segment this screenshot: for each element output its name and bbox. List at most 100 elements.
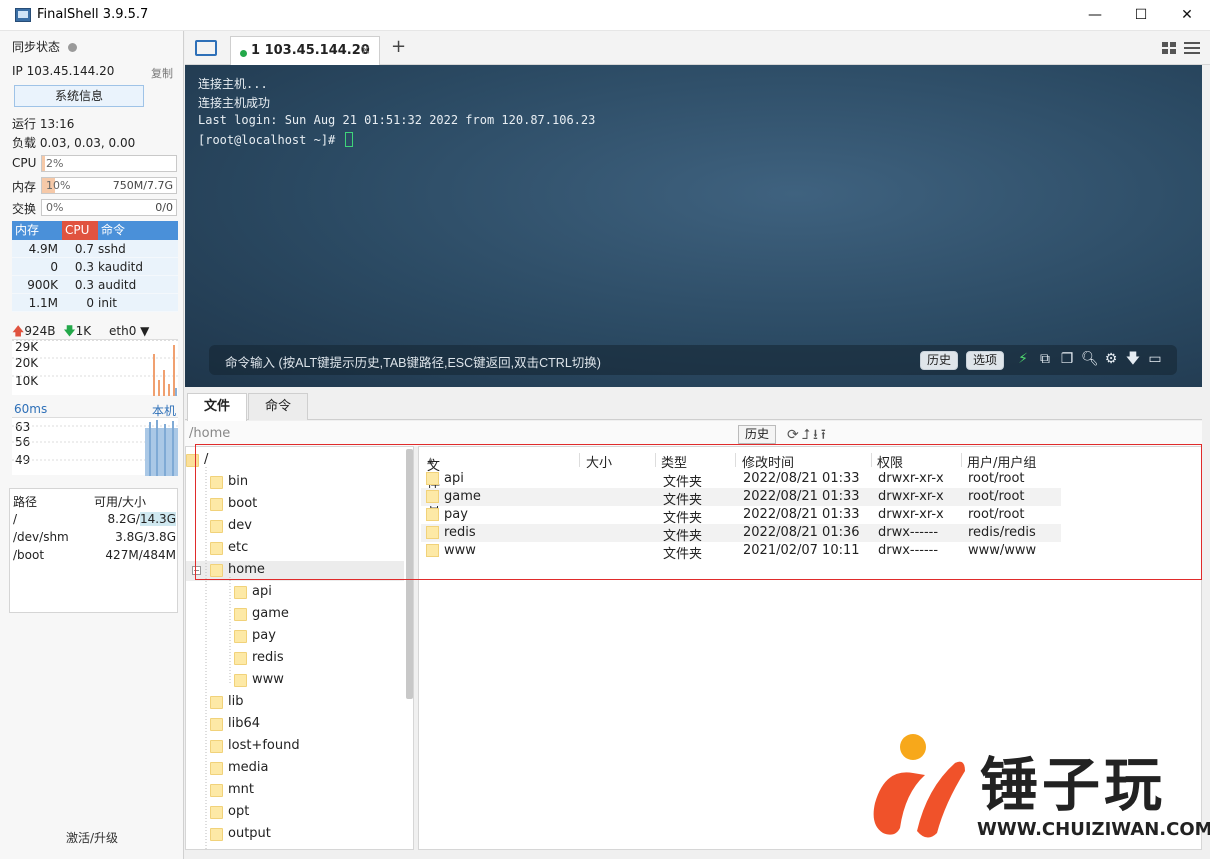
minimize-button[interactable]: —: [1072, 0, 1118, 31]
cpu-meter: 2%: [41, 155, 177, 172]
tree-item-home[interactable]: − home: [186, 561, 404, 581]
proc-header-mem[interactable]: 内存: [12, 221, 62, 240]
tree-item-opt[interactable]: opt: [210, 803, 404, 823]
tree-item-bin[interactable]: bin: [210, 473, 413, 493]
window-icon[interactable]: ▭: [1147, 351, 1163, 367]
tree-item-lost-found[interactable]: lost+found: [210, 737, 404, 757]
layout-toggle[interactable]: [1162, 41, 1200, 58]
table-row[interactable]: game 文件夹 2022/08/21 01:33 drwxr-xr-x root/ro…: [421, 488, 1061, 508]
path-bar: /home 历史 ⟳⮥⭳⭱: [185, 421, 1202, 446]
col-name[interactable]: 文件名 ▲: [427, 452, 440, 512]
table-row[interactable]: /boot 427M/484M: [13, 547, 176, 564]
ip-label: IP 103.45.144.20: [12, 64, 115, 78]
options-button[interactable]: 选项: [966, 351, 1005, 370]
latency-graph: [12, 420, 178, 476]
proc-header-cpu[interactable]: CPU: [62, 221, 98, 240]
table-row[interactable]: api 文件夹 2022/08/21 01:33 drwxr-xr-x root/roo…: [421, 470, 1061, 490]
mem-value: 10%: [46, 179, 71, 192]
proc-header-cmd[interactable]: 命令: [98, 221, 178, 240]
upload-icon: 🡅: [12, 324, 25, 338]
tree-item-dev[interactable]: dev: [210, 517, 413, 537]
tab-session-1[interactable]: 1 103.45.144.20 ×: [230, 36, 380, 66]
table-row[interactable]: 4.9M 0.7 sshd: [12, 240, 178, 258]
terminal-line: Last login: Sun Aug 21 01:51:32 2022 fro…: [198, 113, 596, 127]
table-row[interactable]: 900K 0.3 auditd: [12, 276, 178, 294]
table-row[interactable]: 0 0.3 kauditd: [12, 258, 178, 276]
watermark-url: WWW.CHUIZIWAN.COM: [977, 819, 1210, 840]
paste-icon[interactable]: ❐: [1059, 351, 1075, 367]
activate-link[interactable]: 激活/升级: [0, 829, 184, 846]
col-perm[interactable]: 权限: [877, 452, 903, 471]
tree-item-mnt[interactable]: mnt: [210, 781, 404, 801]
tree-item-root[interactable]: /: [186, 451, 413, 471]
lightning-icon[interactable]: ⚡: [1015, 351, 1031, 367]
terminal[interactable]: 连接主机... 连接主机成功 Last login: Sun Aug 21 01…: [185, 65, 1202, 387]
path-history-button[interactable]: 历史: [738, 425, 777, 444]
copy-ip-link[interactable]: 复制: [151, 65, 173, 81]
copy-icon[interactable]: ⧉: [1037, 351, 1053, 367]
col-mtime[interactable]: 修改时间: [742, 452, 794, 471]
tree-item-etc[interactable]: etc: [210, 539, 413, 559]
tab-files[interactable]: 文件: [187, 393, 247, 421]
sync-label: 同步状态: [12, 40, 61, 54]
search-icon[interactable]: 🔍︎: [1081, 351, 1099, 367]
gear-icon[interactable]: ⚙: [1103, 351, 1119, 367]
collapse-icon[interactable]: −: [192, 566, 201, 575]
swap-detail: 0/0: [155, 201, 173, 214]
mem-label: 内存: [12, 180, 37, 194]
close-tab-icon[interactable]: ×: [360, 43, 371, 58]
tree-item-lib64[interactable]: lib64: [210, 715, 404, 735]
refresh-icon[interactable]: ⟳: [787, 427, 802, 443]
load-average: 负载 0.03, 0.03, 0.00: [12, 136, 136, 150]
table-row[interactable]: pay 文件夹 2022/08/21 01:33 drwxr-xr-x root/roo…: [421, 506, 1061, 526]
table-row[interactable]: /dev/shm 3.8G/3.8G: [13, 529, 176, 546]
tree-item-pay[interactable]: pay: [234, 627, 404, 647]
tree-item-media[interactable]: media: [210, 759, 404, 779]
network-chart: 29K 20K 10K: [12, 339, 178, 396]
system-info-button[interactable]: 系统信息: [14, 85, 144, 107]
maximize-button[interactable]: ☐: [1118, 0, 1164, 31]
net-interface[interactable]: eth0: [109, 324, 136, 338]
tree-item-www[interactable]: www: [234, 671, 404, 691]
close-button[interactable]: ✕: [1164, 0, 1210, 31]
upload-icon[interactable]: ⭱: [821, 427, 829, 443]
swap-meter: 0% 0/0: [41, 199, 177, 216]
directory-tree[interactable]: / bin boot dev etc − home api game pay r…: [185, 446, 414, 850]
sync-status: 同步状态: [12, 38, 78, 55]
tree-item-lib[interactable]: lib: [210, 693, 404, 713]
add-tab-button[interactable]: +: [391, 36, 406, 57]
table-row[interactable]: 1.1M 0 init: [12, 294, 178, 312]
tab-commands[interactable]: 命令: [248, 393, 308, 420]
mem-meter: 10% 750M/7.7G: [41, 177, 177, 194]
download-arrow-icon[interactable]: 🡇: [1125, 351, 1141, 367]
up-dir-icon[interactable]: ⮥: [802, 427, 813, 443]
table-row[interactable]: www 文件夹 2021/02/07 10:11 drwx------ www/www: [421, 542, 1061, 562]
tree-scrollbar[interactable]: [406, 449, 413, 699]
swap-value: 0%: [46, 201, 64, 214]
chevron-down-icon[interactable]: ▼: [136, 324, 149, 338]
download-icon[interactable]: ⭳: [813, 427, 821, 443]
command-input[interactable]: 命令输入 (按ALT键提示历史,TAB键路径,ESC键返回,双击CTRL切换): [225, 352, 601, 371]
net-down: 1K: [75, 324, 92, 338]
sync-status-icon: [68, 43, 78, 52]
grid-list-icon[interactable]: [1162, 41, 1200, 55]
file-list-header: 文件名 ▲ 大小 类型 修改时间 权限 用户/用户组: [419, 449, 1201, 512]
history-button[interactable]: 历史: [920, 351, 959, 370]
tree-item-api[interactable]: api: [234, 583, 404, 603]
col-type[interactable]: 类型: [661, 452, 687, 471]
tree-item-output[interactable]: output: [210, 825, 404, 845]
col-owner[interactable]: 用户/用户组: [967, 452, 1036, 471]
mem-detail: 750M/7.7G: [112, 179, 173, 192]
table-row[interactable]: redis 文件夹 2022/08/21 01:36 drwx------ redis/…: [421, 524, 1061, 544]
network-graph: [12, 340, 178, 396]
folder-open-icon[interactable]: [195, 40, 217, 56]
table-row[interactable]: / 8.2G/14.3G: [13, 511, 176, 528]
path-input[interactable]: /home: [189, 426, 230, 441]
col-size[interactable]: 大小: [586, 452, 612, 471]
tree-item-game[interactable]: game: [234, 605, 404, 625]
tree-item-boot[interactable]: boot: [210, 495, 413, 515]
tree-item-redis[interactable]: redis: [234, 649, 404, 669]
command-input-bar[interactable]: 命令输入 (按ALT键提示历史,TAB键路径,ESC键返回,双击CTRL切换) …: [209, 345, 1177, 375]
cpu-value: 2%: [46, 157, 64, 170]
uptime: 运行 13:16: [12, 117, 75, 131]
